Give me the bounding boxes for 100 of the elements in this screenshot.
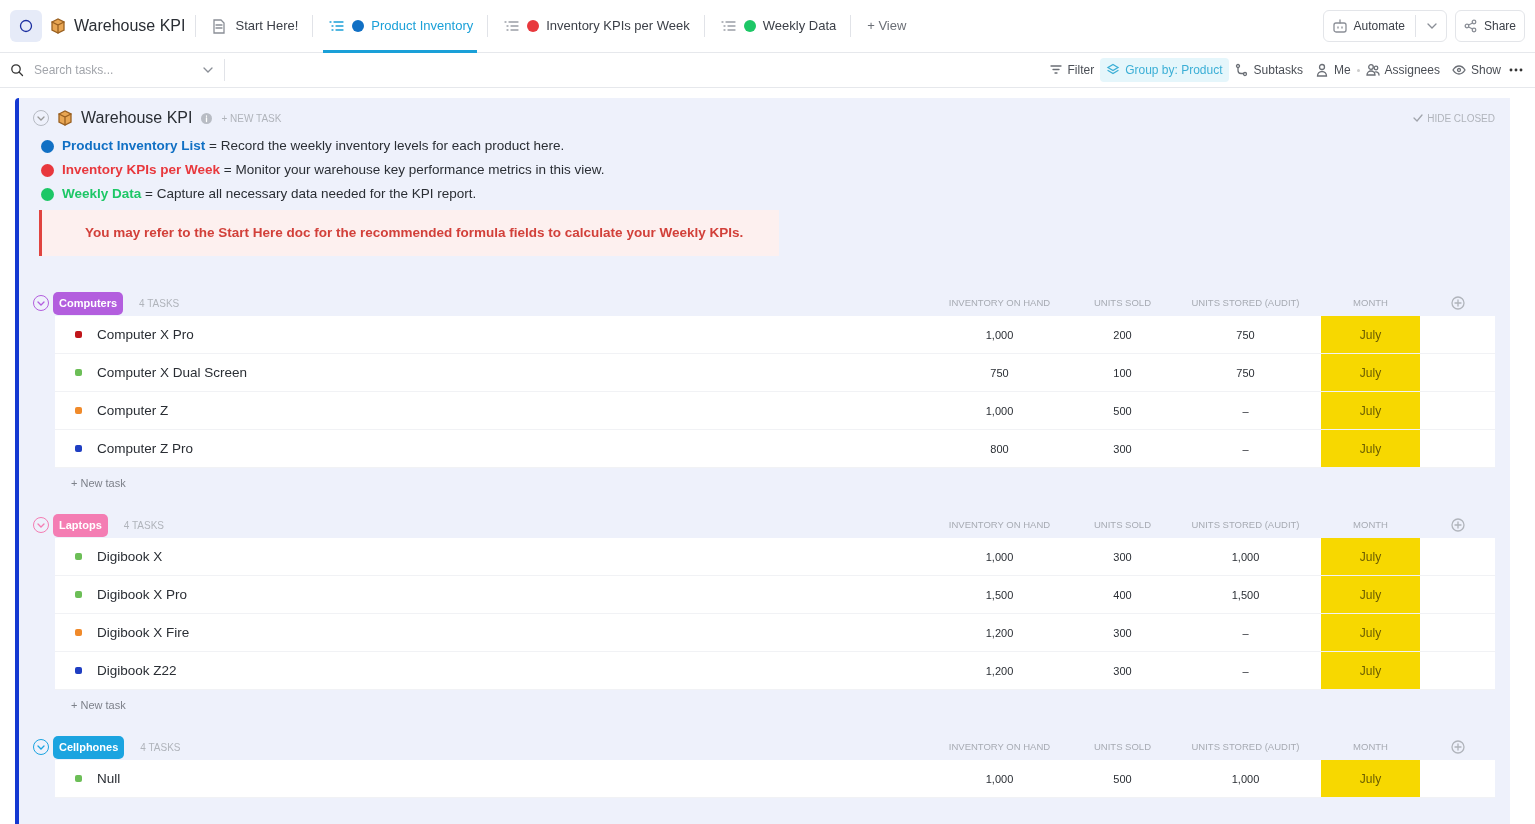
subtasks-icon	[1234, 63, 1249, 77]
month-cell: July	[1321, 316, 1420, 354]
column-header: MONTH	[1352, 518, 1389, 533]
column-header: INVENTORY ON HAND	[947, 518, 1052, 533]
table-cell-text: 750	[989, 365, 1010, 381]
table-cell-text: –	[1241, 441, 1250, 457]
circle-icon	[19, 19, 33, 33]
column-header: UNITS SOLD	[1093, 740, 1152, 755]
view-tab[interactable]: Weekly Data	[714, 0, 841, 53]
add-view-button[interactable]: + View	[861, 15, 913, 37]
workspace-title: Warehouse KPI	[74, 16, 186, 36]
table-cell-text: 750	[1235, 327, 1256, 343]
legend-text: Inventory KPIs per Week = Monitor your warehouse key performance metrics in this view.	[62, 161, 605, 179]
table-cell-text: 200	[1112, 327, 1133, 343]
toolbar-button[interactable]: Show	[1445, 58, 1507, 82]
task-name[interactable]: Null	[97, 768, 938, 789]
month-cell: July	[1321, 576, 1420, 614]
task-name[interactable]: Digibook X Fire	[97, 622, 938, 643]
month-cell: July	[1321, 354, 1420, 392]
table-cell-text: –	[1241, 663, 1250, 679]
filter-icon	[1048, 63, 1063, 77]
toolbar-button[interactable]: Subtasks	[1228, 58, 1309, 82]
table-cell-text: 1,000	[984, 549, 1015, 565]
chevron-icon	[37, 521, 45, 530]
chevron-icon	[37, 114, 45, 122]
group-tag: Cellphones	[53, 736, 125, 759]
share-icon	[1463, 19, 1478, 33]
workspace-button[interactable]	[10, 10, 42, 42]
chevron-icon	[37, 743, 45, 752]
table-cell-text: 300	[1112, 625, 1133, 641]
task-name[interactable]: Computer X Pro	[97, 324, 938, 345]
task-name[interactable]: Digibook Z22	[97, 660, 938, 681]
view-tab[interactable]: Start Here!	[206, 0, 303, 53]
table-cell-text: 100	[1112, 365, 1133, 381]
callout-text: You may refer to the Start Here doc for the recommended formula fields to calculate your Weekly KPIs.	[39, 210, 779, 257]
new-task-link[interactable]: + New task	[71, 698, 1495, 713]
task-name[interactable]: Computer Z	[97, 400, 938, 421]
table-cell-text: 300	[1112, 663, 1133, 679]
robot-icon	[1331, 18, 1348, 34]
table-cell-text: –	[1241, 625, 1250, 641]
toolbar-button[interactable]: Filter	[1042, 58, 1101, 82]
group-tag: Computers	[53, 292, 124, 315]
column-header: UNITS STORED (AUDIT)	[1190, 518, 1301, 533]
month-cell: July	[1321, 760, 1420, 798]
list-title: Warehouse KPI	[81, 108, 193, 128]
table-cell-text: 500	[1112, 771, 1133, 787]
table-cell-text: 800	[989, 441, 1010, 457]
search-icon	[10, 63, 24, 77]
share-button[interactable]: Share	[1454, 10, 1525, 42]
month-cell: July	[1321, 392, 1420, 430]
legend-text: Weekly Data = Capture all necessary data needed for the KPI report.	[62, 185, 477, 203]
add-column-icon[interactable]	[1450, 740, 1465, 755]
column-header: INVENTORY ON HAND	[947, 296, 1052, 311]
table-cell-text: 1,000	[984, 771, 1015, 787]
automate-button[interactable]: Automate	[1322, 10, 1447, 42]
new-task-link[interactable]: + New task	[71, 476, 1495, 491]
column-header: UNITS SOLD	[1093, 296, 1152, 311]
month-cell: July	[1321, 538, 1420, 576]
package-icon	[50, 18, 66, 34]
chevron-icon	[37, 299, 45, 308]
month-cell: July	[1321, 652, 1420, 690]
task-name[interactable]: Digibook X	[97, 546, 938, 567]
info-icon	[200, 111, 214, 125]
check-icon	[1413, 113, 1424, 123]
people-icon	[1365, 63, 1380, 77]
table-cell-text: 750	[1235, 365, 1256, 381]
group-tag: Laptops	[53, 514, 108, 537]
add-column-icon[interactable]	[1450, 518, 1465, 533]
task-count: 4 TASKS	[140, 740, 181, 755]
table-cell-text: 1,000	[984, 403, 1015, 419]
table-cell-text: 1,000	[1230, 771, 1261, 787]
table-cell-text: 1,200	[984, 663, 1015, 679]
table-cell-text: 1,000	[1230, 549, 1261, 565]
person-icon	[1314, 63, 1329, 77]
column-header: INVENTORY ON HAND	[947, 740, 1052, 755]
table-cell-text: 1,000	[984, 327, 1015, 343]
table-cell-text: 500	[1112, 403, 1133, 419]
toolbar-button[interactable]: Assignees	[1359, 58, 1446, 82]
layers-icon	[1106, 63, 1121, 77]
column-header: MONTH	[1352, 740, 1389, 755]
column-header: MONTH	[1352, 296, 1389, 311]
column-header: UNITS SOLD	[1093, 518, 1152, 533]
task-name[interactable]: Computer X Dual Screen	[97, 362, 938, 383]
task-name[interactable]: Digibook X Pro	[97, 584, 938, 605]
month-cell: July	[1321, 430, 1420, 468]
task-name[interactable]: Computer Z Pro	[97, 438, 938, 459]
table-cell-text: 300	[1112, 441, 1133, 457]
add-column-icon[interactable]	[1450, 296, 1465, 311]
table-cell-text: 1,500	[984, 587, 1015, 603]
table-cell-text: 400	[1112, 587, 1133, 603]
task-count: 4 TASKS	[139, 296, 180, 311]
package-icon	[57, 110, 73, 126]
table-cell-text: 300	[1112, 549, 1133, 565]
column-header: UNITS STORED (AUDIT)	[1190, 296, 1301, 311]
month-cell: July	[1321, 614, 1420, 652]
legend-text: Product Inventory List = Record the weekly inventory levels for each product here.	[62, 137, 565, 155]
view-tab[interactable]: Inventory KPIs per Week	[498, 0, 694, 53]
table-cell-text: 1,200	[984, 625, 1015, 641]
table-cell-text: 1,500	[1230, 587, 1261, 603]
toolbar-button[interactable]: Me	[1308, 58, 1357, 82]
